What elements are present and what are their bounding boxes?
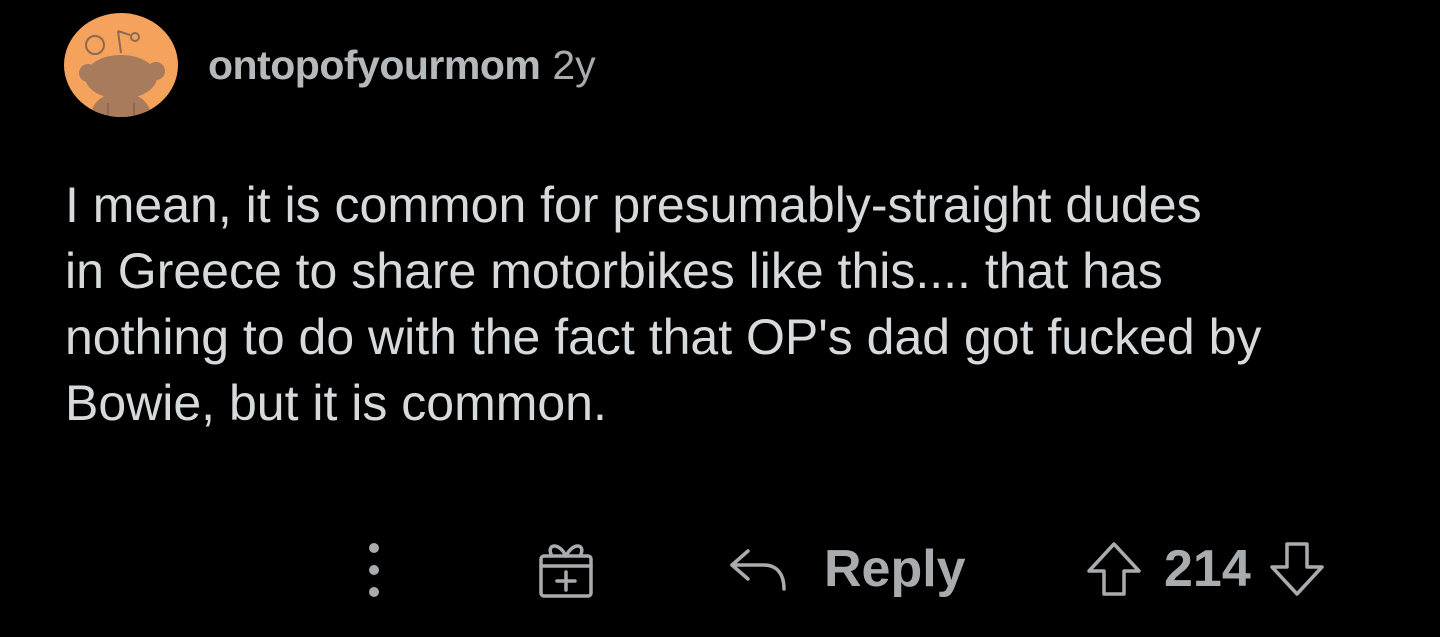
comment-age: 2y: [552, 41, 596, 88]
comment-author[interactable]: ontopofyourmom: [208, 42, 541, 89]
downvote-arrow-icon[interactable]: [1269, 541, 1325, 597]
comment: ontopofyourmom 2y I mean, it is common f…: [0, 0, 1440, 637]
comment-action-bar: Reply 214: [0, 528, 1440, 608]
more-options-button[interactable]: [356, 534, 392, 606]
reply-button[interactable]: Reply: [728, 536, 966, 602]
vote-controls: 214: [1086, 536, 1325, 602]
reply-label: Reply: [824, 540, 966, 598]
upvote-arrow-icon[interactable]: [1086, 541, 1142, 597]
more-options-icon: [368, 540, 380, 600]
user-avatar[interactable]: [64, 13, 178, 117]
comment-header: ontopofyourmom 2y: [64, 13, 596, 117]
vote-score: 214: [1164, 540, 1251, 598]
comment-body: I mean, it is common for presumably-stra…: [65, 177, 1262, 431]
reply-arrow-icon: [728, 545, 788, 593]
award-gift-icon: [535, 534, 597, 600]
award-button[interactable]: [532, 532, 600, 602]
snoo-avatar-icon: [64, 13, 178, 117]
